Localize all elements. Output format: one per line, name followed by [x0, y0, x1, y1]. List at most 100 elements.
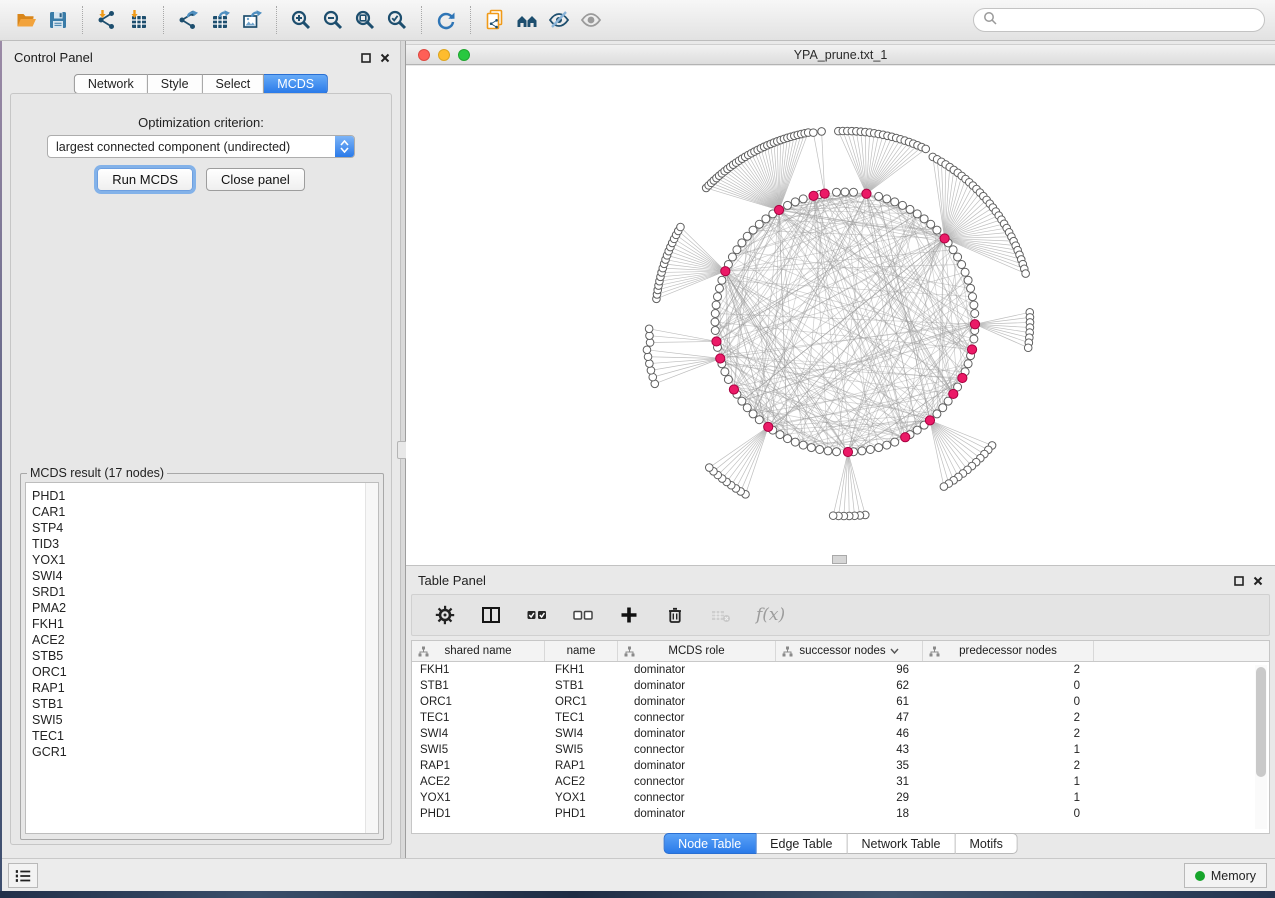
network-window-titlebar: YPA_prune.txt_1 — [406, 44, 1275, 65]
cell-name: FKH1 — [545, 664, 618, 676]
check-pair-icon — [526, 604, 548, 626]
table-row[interactable]: PHD1PHD1dominator180 — [412, 806, 1269, 822]
save-session-button[interactable] — [42, 4, 74, 36]
tab-network[interactable]: Network — [74, 74, 148, 94]
export-table-button[interactable] — [204, 4, 236, 36]
network-canvas[interactable] — [406, 66, 1275, 566]
table-settings-button[interactable] — [434, 604, 456, 626]
mcds-result-item[interactable]: STB5 — [26, 648, 378, 664]
mcds-result-list[interactable]: PHD1CAR1STP4TID3YOX1SWI4SRD1PMA2FKH1ACE2… — [25, 482, 379, 834]
horizontal-splitter-grip[interactable] — [832, 555, 847, 564]
toolbar-separator — [163, 6, 164, 34]
tab-motifs[interactable]: Motifs — [955, 833, 1017, 854]
search-input[interactable] — [1003, 13, 1255, 27]
zoom-selected-button[interactable] — [381, 4, 413, 36]
mcds-result-item[interactable]: TID3 — [26, 536, 378, 552]
mcds-result-item[interactable]: TEC1 — [26, 728, 378, 744]
network-area: YPA_prune.txt_1 Table Panel f(x) shared … — [406, 41, 1275, 858]
add-column-button[interactable] — [618, 604, 640, 626]
memory-status-icon — [1195, 871, 1205, 881]
select-all-columns-button[interactable] — [526, 604, 548, 626]
table-row[interactable]: FKH1FKH1dominator962 — [412, 662, 1269, 678]
column-header-name[interactable]: name — [545, 641, 618, 661]
node-table[interactable]: shared namenameMCDS rolesuccessor nodesp… — [411, 640, 1270, 834]
mcds-list-scrollbar[interactable] — [365, 483, 378, 833]
table-scrollbar[interactable] — [1255, 665, 1267, 829]
zoom-in-button[interactable] — [285, 4, 317, 36]
first-neighbors-button[interactable] — [511, 4, 543, 36]
plus-icon — [618, 604, 640, 626]
tab-edge-table[interactable]: Edge Table — [756, 833, 847, 854]
close-table-panel-icon[interactable] — [1253, 573, 1263, 591]
mcds-result-item[interactable]: ACE2 — [26, 632, 378, 648]
table-row[interactable]: ACE2ACE2connector311 — [412, 774, 1269, 790]
export-image-button[interactable] — [236, 4, 268, 36]
tab-select[interactable]: Select — [203, 74, 265, 94]
optimization-criterion-select[interactable]: largest connected component (undirected) — [47, 135, 355, 158]
mcds-result-item[interactable]: YOX1 — [26, 552, 378, 568]
cell-shared-name: ORC1 — [412, 696, 545, 708]
export-network-button[interactable] — [172, 4, 204, 36]
mcds-result-item[interactable]: RAP1 — [26, 680, 378, 696]
float-panel-icon[interactable] — [361, 50, 371, 68]
hide-selected-button[interactable] — [543, 4, 575, 36]
new-network-from-selection-button[interactable] — [479, 4, 511, 36]
close-panel-button[interactable]: Close panel — [206, 168, 305, 191]
show-all-button[interactable] — [575, 4, 607, 36]
zoom-out-button[interactable] — [317, 4, 349, 36]
cell-name: SWI5 — [545, 744, 618, 756]
table-row[interactable]: SWI5SWI5connector431 — [412, 742, 1269, 758]
mcds-result-item[interactable]: FKH1 — [26, 616, 378, 632]
table-row[interactable]: RAP1RAP1dominator352 — [412, 758, 1269, 774]
apply-layout-button[interactable] — [430, 4, 462, 36]
table-header-row: shared namenameMCDS rolesuccessor nodesp… — [412, 641, 1269, 662]
cell-shared-name: SWI5 — [412, 744, 545, 756]
cell-MCDS-role: dominator — [618, 760, 776, 772]
table-row[interactable]: TEC1TEC1connector472 — [412, 710, 1269, 726]
memory-button[interactable]: Memory — [1184, 863, 1267, 888]
mcds-result-item[interactable]: CAR1 — [26, 504, 378, 520]
cell-successor-nodes: 96 — [776, 664, 923, 676]
choose-columns-button[interactable] — [480, 604, 502, 626]
deselect-all-columns-button[interactable] — [572, 604, 594, 626]
control-panel-tabs: NetworkStyleSelectMCDS — [74, 74, 328, 94]
cell-predecessor-nodes: 1 — [923, 744, 1094, 756]
table-row[interactable]: STB1STB1dominator620 — [412, 678, 1269, 694]
table-row[interactable]: YOX1YOX1connector291 — [412, 790, 1269, 806]
tab-node-table[interactable]: Node Table — [663, 833, 756, 854]
column-header-MCDS-role[interactable]: MCDS role — [618, 641, 776, 661]
tab-network-table[interactable]: Network Table — [848, 833, 956, 854]
run-mcds-button[interactable]: Run MCDS — [97, 168, 193, 191]
float-table-panel-icon[interactable] — [1234, 573, 1244, 591]
zoom-fit-button[interactable] — [349, 4, 381, 36]
mcds-result-item[interactable]: GCR1 — [26, 744, 378, 760]
delete-column-button[interactable] — [664, 604, 686, 626]
mcds-result-item[interactable]: PMA2 — [26, 600, 378, 616]
mcds-result-item[interactable]: PHD1 — [26, 488, 378, 504]
network-window-title: YPA_prune.txt_1 — [406, 48, 1275, 62]
import-table-button[interactable] — [123, 4, 155, 36]
task-history-button[interactable] — [8, 863, 38, 888]
table-row[interactable]: ORC1ORC1dominator610 — [412, 694, 1269, 710]
cell-MCDS-role: dominator — [618, 696, 776, 708]
column-header-predecessor-nodes[interactable]: predecessor nodes — [923, 641, 1094, 661]
open-session-button[interactable] — [10, 4, 42, 36]
mcds-result-item[interactable]: STP4 — [26, 520, 378, 536]
mcds-result-item[interactable]: SWI5 — [26, 712, 378, 728]
tab-mcds[interactable]: MCDS — [264, 74, 328, 94]
import-network-button[interactable] — [91, 4, 123, 36]
search-box[interactable] — [973, 8, 1265, 32]
column-type-icon — [624, 646, 635, 657]
table-scrollbar-thumb[interactable] — [1256, 667, 1266, 777]
import-network-icon — [96, 9, 118, 31]
mcds-result-item[interactable]: STB1 — [26, 696, 378, 712]
tab-style[interactable]: Style — [148, 74, 203, 94]
toolbar-separator — [82, 6, 83, 34]
mcds-result-item[interactable]: SRD1 — [26, 584, 378, 600]
column-header-successor-nodes[interactable]: successor nodes — [776, 641, 923, 661]
close-panel-icon[interactable] — [380, 50, 390, 68]
mcds-result-item[interactable]: ORC1 — [26, 664, 378, 680]
table-row[interactable]: SWI4SWI4dominator462 — [412, 726, 1269, 742]
column-header-shared-name[interactable]: shared name — [412, 641, 545, 661]
mcds-result-item[interactable]: SWI4 — [26, 568, 378, 584]
